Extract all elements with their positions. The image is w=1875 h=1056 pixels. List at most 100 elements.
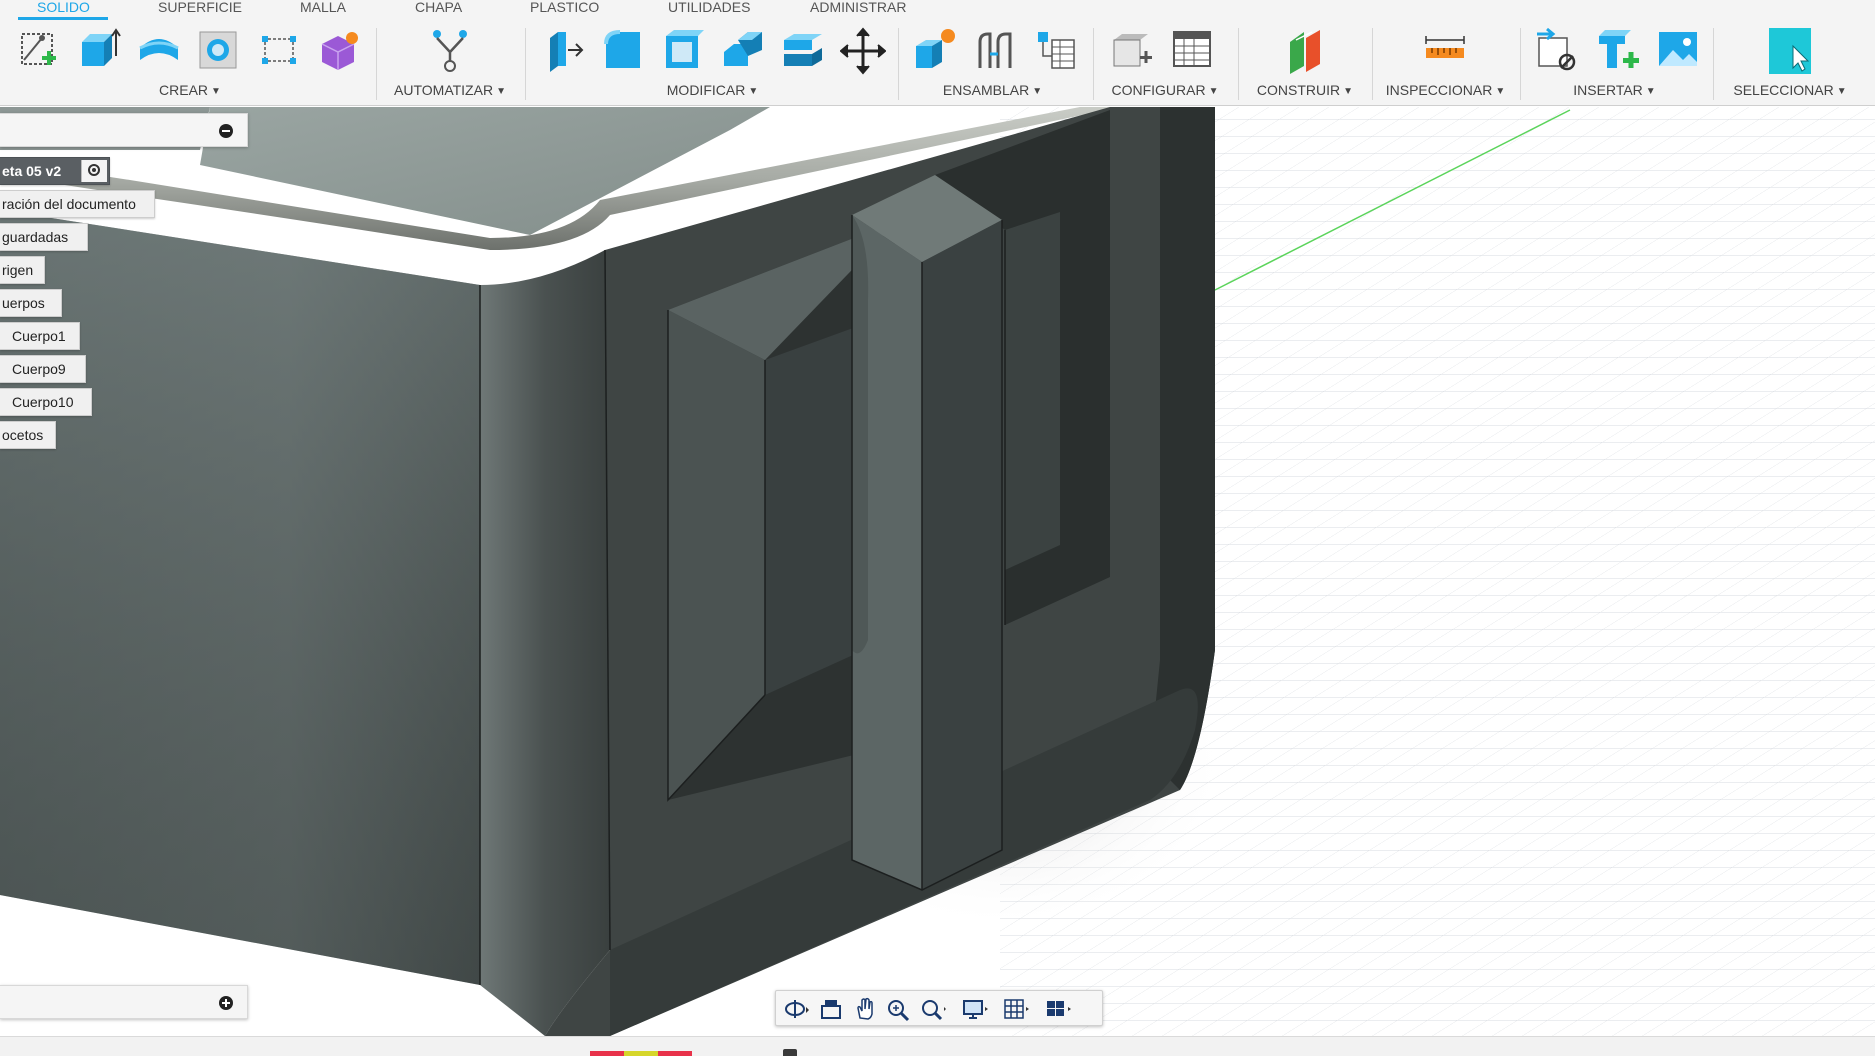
fit-icon[interactable]: [918, 996, 948, 1022]
hole-icon[interactable]: [196, 26, 242, 76]
group-crear: CREAR ▼: [10, 22, 370, 102]
toolbar-separator: [1713, 28, 1714, 100]
construct-plane-icon[interactable]: [1282, 26, 1328, 76]
tab-chapa[interactable]: CHAPA: [415, 0, 462, 20]
tab-utilidades[interactable]: UTILIDADES: [668, 0, 750, 20]
insert-derive-icon[interactable]: [1535, 26, 1581, 76]
timeline-bar[interactable]: [0, 1036, 1875, 1056]
active-tab-indicator: [18, 17, 108, 20]
group-configurar: CONFIGURAR ▼: [1100, 22, 1230, 102]
activate-radio-icon[interactable]: [81, 160, 107, 182]
collapse-browser-icon[interactable]: [219, 124, 233, 138]
toolbar-separator: [1238, 28, 1239, 100]
toolbar-separator: [525, 28, 526, 100]
browser-node-named-views[interactable]: guardadas: [0, 223, 88, 251]
create-sketch-icon[interactable]: [16, 26, 62, 76]
viewports-icon[interactable]: [1044, 996, 1074, 1022]
move-icon[interactable]: [840, 26, 886, 76]
tab-administrar[interactable]: ADMINISTRAR: [810, 0, 906, 20]
browser-root-label: eta 05 v2: [2, 163, 62, 179]
fillet-icon[interactable]: [600, 26, 646, 76]
workspace-tabs: SOLIDO SUPERFICIE MALLA CHAPA PLASTICO U…: [0, 0, 1875, 20]
configure-icon[interactable]: [1110, 26, 1156, 76]
comments-panel-header: [0, 985, 248, 1019]
grid-settings-icon[interactable]: [1002, 996, 1032, 1022]
browser-panel-header: [0, 113, 248, 147]
browser-node-sketches[interactable]: ocetos: [0, 421, 56, 449]
browser-node-label: Cuerpo1: [12, 328, 66, 344]
group-label-automatizar[interactable]: AUTOMATIZAR ▼: [380, 82, 520, 98]
timeline-marker[interactable]: [783, 1049, 797, 1056]
group-label-seleccionar[interactable]: SELECCIONAR ▼: [1720, 82, 1860, 98]
group-label-insertar[interactable]: INSERTAR ▼: [1527, 82, 1702, 98]
timeline-feature[interactable]: [658, 1051, 692, 1056]
pan-icon[interactable]: [850, 996, 880, 1022]
look-at-icon[interactable]: [816, 996, 846, 1022]
form-icon[interactable]: [316, 26, 362, 76]
automate-icon[interactable]: [427, 26, 473, 76]
offset-face-icon[interactable]: [780, 26, 826, 76]
extrude-icon[interactable]: [76, 26, 122, 76]
browser-node-settings[interactable]: ración del documento: [0, 190, 155, 218]
orbit-icon[interactable]: [782, 996, 812, 1022]
browser-node-label: Cuerpo9: [12, 361, 66, 377]
group-modificar: MODIFICAR ▼: [530, 22, 895, 102]
browser-node-label: ración del documento: [2, 196, 136, 212]
browser-node-label: guardadas: [2, 229, 69, 245]
toolbar-separator: [376, 28, 377, 100]
toolbar-separator: [1372, 28, 1373, 100]
display-settings-icon[interactable]: [960, 996, 990, 1022]
group-automatizar: AUTOMATIZAR ▼: [380, 22, 520, 102]
new-component-icon[interactable]: [912, 26, 958, 76]
toolbar: SOLIDO SUPERFICIE MALLA CHAPA PLASTICO U…: [0, 0, 1875, 106]
insert-canvas-icon[interactable]: [1655, 26, 1701, 76]
browser-root-node[interactable]: eta 05 v2: [0, 157, 110, 185]
timeline-feature[interactable]: [624, 1051, 658, 1056]
group-label-crear[interactable]: CREAR ▼: [10, 82, 370, 98]
tab-plastico[interactable]: PLASTICO: [530, 0, 599, 20]
model-canvas[interactable]: [0, 107, 1875, 1036]
zoom-icon[interactable]: [884, 996, 914, 1022]
browser-node-label: Cuerpo10: [12, 394, 74, 410]
3d-viewport[interactable]: eta 05 v2 ración del documento guardadas…: [0, 107, 1875, 1036]
group-inspeccionar: INSPECCIONAR ▼: [1378, 22, 1513, 102]
browser-node-cuerpo9[interactable]: Cuerpo9: [0, 355, 86, 383]
toolbar-separator: [898, 28, 899, 100]
group-construir: CONSTRUIR ▼: [1245, 22, 1365, 102]
browser-node-cuerpo10[interactable]: Cuerpo10: [0, 388, 92, 416]
table-icon[interactable]: [1032, 26, 1078, 76]
shell-icon[interactable]: [660, 26, 706, 76]
tab-malla[interactable]: MALLA: [300, 0, 346, 20]
navigation-bar: [775, 990, 1103, 1026]
group-seleccionar: SELECCIONAR ▼: [1720, 22, 1860, 102]
browser-node-bodies[interactable]: uerpos: [0, 289, 62, 317]
combine-icon[interactable]: [720, 26, 766, 76]
group-label-construir[interactable]: CONSTRUIR ▼: [1245, 82, 1365, 98]
config-table-icon[interactable]: [1170, 26, 1216, 76]
fusion-app: SOLIDO SUPERFICIE MALLA CHAPA PLASTICO U…: [0, 0, 1875, 1056]
browser-node-origin[interactable]: rigen: [0, 256, 45, 284]
toolbar-separator: [1093, 28, 1094, 100]
group-ensamblar: ENSAMBLAR ▼: [905, 22, 1080, 102]
group-label-configurar[interactable]: CONFIGURAR ▼: [1100, 82, 1230, 98]
joint-icon[interactable]: [972, 26, 1018, 76]
browser-node-cuerpo1[interactable]: Cuerpo1: [0, 322, 80, 350]
toolbar-separator: [1520, 28, 1521, 100]
browser-node-label: uerpos: [2, 295, 45, 311]
pattern-icon[interactable]: [256, 26, 302, 76]
press-pull-icon[interactable]: [540, 26, 586, 76]
insert-mesh-icon[interactable]: [1595, 26, 1641, 76]
select-icon[interactable]: [1767, 26, 1813, 76]
group-label-ensamblar[interactable]: ENSAMBLAR ▼: [905, 82, 1080, 98]
handle-side: [922, 220, 1002, 890]
expand-comments-icon[interactable]: [219, 996, 233, 1010]
recess-right-inner: [1005, 212, 1060, 570]
tab-superficie[interactable]: SUPERFICIE: [158, 0, 242, 20]
timeline-feature[interactable]: [590, 1051, 624, 1056]
group-label-inspeccionar[interactable]: INSPECCIONAR ▼: [1378, 82, 1513, 98]
revolve-icon[interactable]: [136, 26, 182, 76]
handle-fillet: [852, 215, 869, 654]
browser-node-label: rigen: [2, 262, 34, 278]
group-label-modificar[interactable]: MODIFICAR ▼: [530, 82, 895, 98]
measure-icon[interactable]: [1422, 26, 1468, 76]
